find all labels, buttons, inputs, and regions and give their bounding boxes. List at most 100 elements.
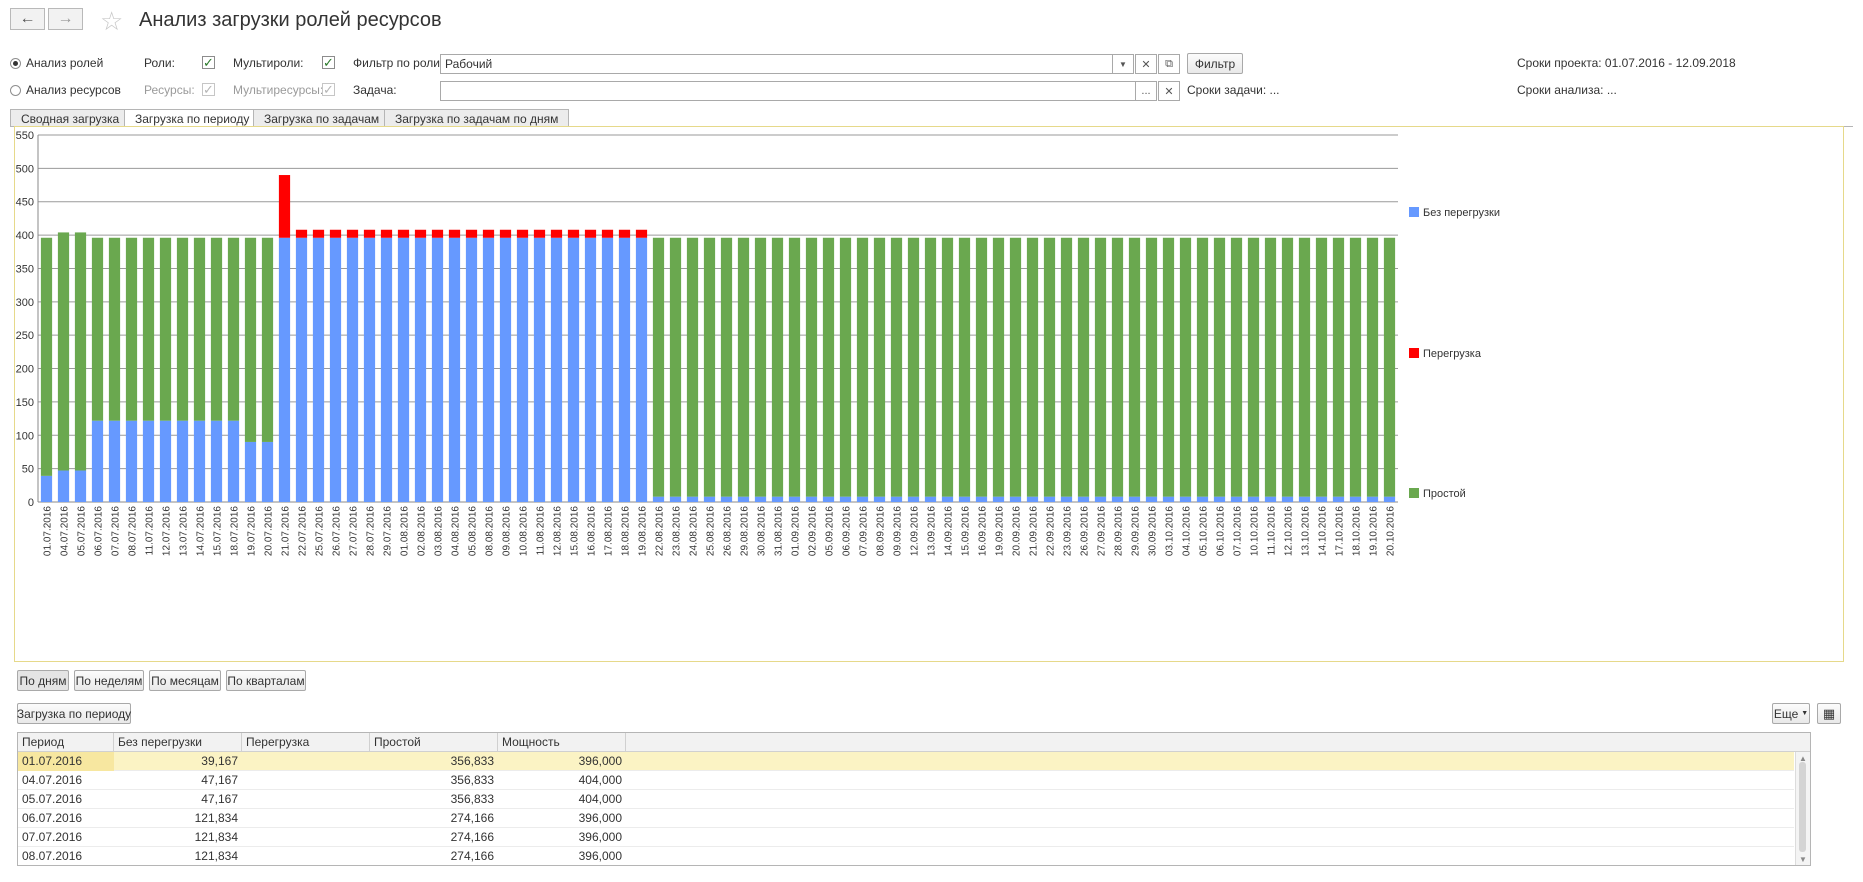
bar-idle	[1264, 237, 1277, 497]
bar-no-overload	[550, 237, 563, 502]
mode-resources-radio[interactable]	[10, 85, 21, 96]
column-header-period[interactable]: Период	[18, 733, 114, 752]
chevron-down-icon: ▼	[1119, 59, 1127, 69]
x-tick-label: 12.10.2016	[1284, 506, 1295, 556]
table-settings-button[interactable]: ▦	[1817, 703, 1841, 724]
by-months-button[interactable]: По месяцам	[149, 670, 221, 691]
bar-overload	[533, 229, 546, 238]
filter-button[interactable]: Фильтр	[1187, 53, 1243, 74]
table-scrollbar[interactable]: ▲ ▼	[1795, 752, 1810, 865]
cell-overload	[242, 847, 370, 865]
bar-overload	[346, 229, 359, 238]
table-row[interactable]: 06.07.2016 121,834 274,166 396,000	[18, 809, 1794, 828]
task-dates: Сроки задачи: ...	[1187, 83, 1280, 97]
x-tick-label: 08.08.2016	[485, 506, 496, 556]
bar-idle	[1077, 237, 1090, 497]
table-row[interactable]: 01.07.2016 39,167 356,833 396,000	[18, 752, 1794, 771]
bar-no-overload	[142, 420, 155, 502]
x-tick-label: 24.08.2016	[689, 506, 700, 556]
legend-label: Простой	[1423, 488, 1466, 500]
bar-idle	[227, 237, 240, 421]
bar-idle	[839, 237, 852, 497]
bar-no-overload	[431, 237, 444, 502]
by-days-button[interactable]: По дням	[17, 670, 69, 691]
x-tick-label: 15.08.2016	[570, 506, 581, 556]
multiresources-checkbox[interactable]: ✓	[322, 83, 335, 96]
y-tick-label: 50	[22, 464, 34, 476]
bar-idle	[941, 237, 954, 497]
bar-idle	[737, 237, 750, 497]
role-filter-open-button[interactable]: ⧉	[1158, 54, 1180, 74]
column-header-no-overload[interactable]: Без перегрузки	[114, 733, 242, 752]
bar-overload	[414, 229, 427, 238]
scrollbar-thumb[interactable]	[1799, 762, 1806, 852]
task-select-button[interactable]: ...	[1135, 81, 1157, 101]
bar-no-overload	[74, 470, 87, 502]
bar-no-overload	[771, 496, 784, 502]
bar-no-overload	[346, 237, 359, 502]
bar-overload	[329, 229, 342, 238]
column-header-capacity[interactable]: Мощность	[498, 733, 626, 752]
tab-by-tasks-days[interactable]: Загрузка по задачам по дням	[384, 109, 570, 127]
table-icon: ▦	[1822, 705, 1836, 721]
x-tick-label: 13.09.2016	[927, 506, 938, 556]
tab-by-tasks[interactable]: Загрузка по задачам	[253, 109, 391, 127]
scroll-down-icon[interactable]: ▼	[1799, 855, 1807, 864]
bar-overload	[431, 229, 444, 238]
x-tick-label: 18.08.2016	[621, 506, 632, 556]
cell-idle: 356,833	[450, 754, 494, 768]
roles-checkbox[interactable]: ✓	[202, 56, 215, 69]
star-icon[interactable]: ☆	[100, 6, 123, 37]
table-row[interactable]: 08.07.2016 121,834 274,166 396,000	[18, 847, 1794, 865]
cell-overload	[242, 790, 370, 809]
more-button[interactable]: Еще ▼	[1772, 703, 1810, 724]
bar-overload	[363, 229, 376, 238]
arrow-right-icon: →	[57, 10, 74, 27]
analysis-dates: Сроки анализа: ...	[1517, 83, 1617, 97]
bar-overload	[380, 229, 393, 238]
column-header-idle[interactable]: Простой	[370, 733, 498, 752]
bar-no-overload	[448, 237, 461, 502]
back-button[interactable]: ←	[10, 8, 45, 30]
bar-idle	[907, 237, 920, 497]
table-row[interactable]: 04.07.2016 47,167 356,833 404,000	[18, 771, 1794, 790]
cell-capacity: 404,000	[578, 792, 622, 806]
table-row[interactable]: 05.07.2016 47,167 356,833 404,000	[18, 790, 1794, 809]
bar-no-overload	[1298, 496, 1311, 502]
role-filter-clear-button[interactable]: ✕	[1135, 54, 1157, 74]
load-by-period-button[interactable]: Загрузка по периоду	[17, 703, 131, 724]
role-filter-input[interactable]: Рабочий	[440, 54, 1134, 74]
bar-no-overload	[635, 237, 648, 502]
x-tick-label: 21.07.2016	[281, 506, 292, 556]
by-weeks-button[interactable]: По неделям	[74, 670, 144, 691]
bar-idle	[788, 237, 801, 497]
multiroles-checkbox[interactable]: ✓	[322, 56, 335, 69]
chevron-down-icon: ▼	[1801, 710, 1809, 717]
x-tick-label: 15.07.2016	[213, 506, 224, 556]
by-quarters-button[interactable]: По кварталам	[226, 670, 306, 691]
x-tick-label: 27.07.2016	[349, 506, 360, 556]
bar-no-overload	[1315, 496, 1328, 502]
resources-checkbox[interactable]: ✓	[202, 83, 215, 96]
task-input[interactable]	[440, 81, 1156, 101]
bar-no-overload	[40, 475, 53, 502]
column-header-overload[interactable]: Перегрузка	[242, 733, 370, 752]
forward-button[interactable]: →	[48, 8, 83, 30]
task-clear-button[interactable]: ✕	[1158, 81, 1180, 101]
x-tick-label: 22.09.2016	[1046, 506, 1057, 556]
cell-idle: 274,166	[450, 830, 494, 844]
table-row[interactable]: 07.07.2016 121,834 274,166 396,000	[18, 828, 1794, 847]
x-tick-label: 11.08.2016	[536, 506, 547, 556]
x-tick-label: 01.08.2016	[400, 506, 411, 556]
x-tick-label: 14.10.2016	[1318, 506, 1329, 556]
bar-no-overload	[839, 496, 852, 502]
chart-panel: 0 50 100 150 200 250 300 350 400 450 500 550 01.07.2…	[14, 126, 1844, 662]
x-tick-label: 26.08.2016	[723, 506, 734, 556]
cell-period: 07.07.2016	[22, 830, 83, 844]
tab-summary[interactable]: Сводная загрузка	[10, 109, 131, 127]
y-tick-label: 200	[16, 364, 34, 376]
mode-roles-radio[interactable]	[10, 58, 21, 69]
role-filter-dropdown-button[interactable]: ▼	[1112, 54, 1134, 74]
bar-idle	[1315, 237, 1328, 497]
mode-resources-label: Анализ ресурсов	[26, 83, 121, 97]
